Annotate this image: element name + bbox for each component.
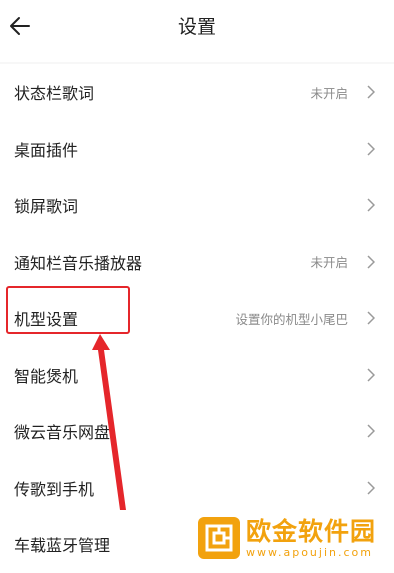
watermark-title: 欧金软件园 [246,516,377,546]
watermark: 欧金软件园 www.apoujin.com [198,516,390,560]
watermark-url: www.apoujin.com [246,545,373,559]
annotation-arrow [92,334,126,510]
watermark-logo [198,517,240,559]
